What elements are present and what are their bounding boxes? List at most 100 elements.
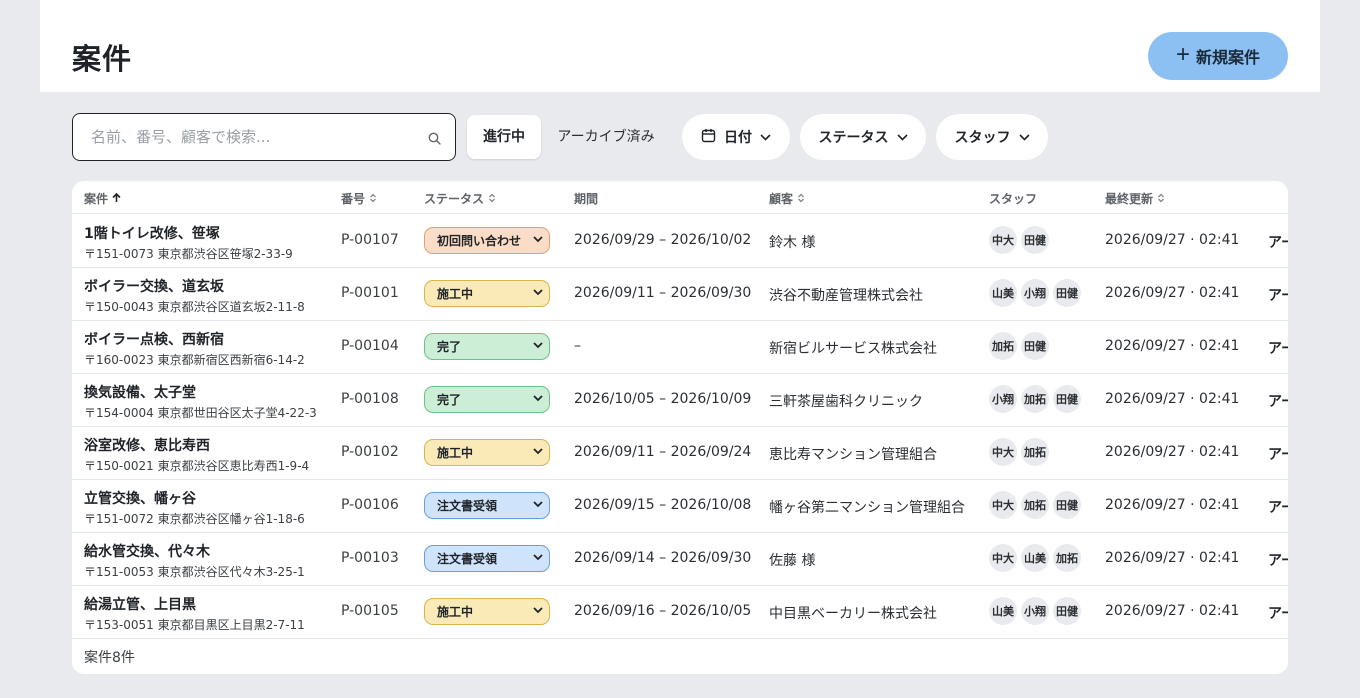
staff-avatars: 山美 小翔 田健 (989, 279, 1081, 307)
project-client: 中目黒ベーカリー株式会社 (769, 606, 937, 622)
table-row[interactable]: 立管交換、幡ヶ谷〒151-0072 東京都渋谷区幡ヶ谷1-18-6 P-00106… (72, 479, 1288, 533)
project-client: 渋谷不動産管理株式会社 (769, 288, 923, 304)
chevron-down-icon (531, 232, 545, 249)
project-number: P-00108 (341, 391, 399, 407)
status-select[interactable]: 完了 (424, 333, 550, 360)
project-period: – (574, 338, 581, 354)
project-period: 2026/09/11 – 2026/09/24 (574, 444, 752, 460)
table-row[interactable]: 換気設備、太子堂 〒154-0004 東京都世田谷区太子堂4-22-3 P-0010… (72, 373, 1288, 427)
project-cell[interactable]: 浴室改修、恵比寿西〒150-0021 東京都渋谷区恵比寿西1-9-4 (84, 435, 309, 474)
status-select[interactable]: 初回問い合わせ (424, 227, 550, 254)
chevron-down-icon (1018, 129, 1030, 145)
project-cell[interactable]: ボイラー点検、西新宿 〒160-0023 東京都新宿区西新宿6-14-2 (84, 329, 305, 368)
staff-filter[interactable]: スタッフ (936, 114, 1048, 160)
project-cell[interactable]: 立管交換、幡ヶ谷〒151-0072 東京都渋谷区幡ヶ谷1-18-6 (84, 488, 305, 527)
column-updated-label: 最終更新 (1105, 192, 1154, 206)
column-header-client[interactable]: 顧客 (769, 190, 805, 207)
archive-action[interactable]: アー (1268, 391, 1288, 411)
status-select[interactable]: 注文書受領 (424, 545, 550, 572)
date-filter[interactable]: 日付 (682, 114, 790, 160)
avatar: 中大 (989, 438, 1017, 466)
project-period: 2026/09/15 – 2026/10/08 (574, 497, 752, 513)
status-select[interactable]: 完了 (424, 386, 550, 413)
project-title: 立管交換、幡ヶ谷 (84, 491, 196, 507)
avatar: 加拓 (989, 332, 1017, 360)
column-name-label: 案件 (84, 192, 109, 206)
column-staff-label: スタッフ (989, 192, 1038, 206)
table-row[interactable]: 浴室改修、恵比寿西〒150-0021 東京都渋谷区恵比寿西1-9-4 P-0010… (72, 426, 1288, 480)
avatar: 田健 (1053, 279, 1081, 307)
archive-action[interactable]: アー (1268, 603, 1288, 623)
status-cell: 完了 (424, 333, 550, 360)
tab-archived[interactable]: アーカイブ済み (548, 115, 664, 159)
sort-icon (1157, 192, 1165, 206)
column-header-number[interactable]: 番号 (341, 190, 377, 207)
archive-action[interactable]: アー (1268, 338, 1288, 358)
project-updated: 2026/09/27 · 02:41 (1105, 391, 1240, 407)
avatar: 田健 (1021, 332, 1049, 360)
status-cell: 施工中 (424, 598, 550, 625)
project-period: 2026/09/14 – 2026/09/30 (574, 550, 752, 566)
chevron-down-icon (531, 391, 545, 408)
project-address: 〒150-0043 東京都渋谷区道玄坂2-11-8 (84, 300, 305, 314)
status-select[interactable]: 施工中 (424, 280, 550, 307)
status-select-value: 施工中 (437, 446, 474, 460)
column-status-label: ステータス (424, 192, 485, 206)
project-cell[interactable]: 1階トイレ改修、笹塚 〒151-0073 東京都渋谷区笹塚2-33-9 (84, 223, 293, 262)
column-header-status[interactable]: ステータス (424, 190, 496, 207)
search-icon[interactable] (428, 130, 441, 149)
archive-action[interactable]: アー (1268, 232, 1288, 252)
project-title: 浴室改修、恵比寿西 (84, 438, 210, 454)
project-address: 〒150-0021 東京都渋谷区恵比寿西1-9-4 (84, 459, 310, 473)
status-select[interactable]: 施工中 (424, 598, 550, 625)
search-input[interactable] (89, 127, 413, 147)
new-project-button[interactable]: + 新規案件 (1148, 32, 1288, 80)
avatar: 田健 (1053, 491, 1081, 519)
avatar: 小翔 (1021, 279, 1049, 307)
staff-filter-label: スタッフ (954, 130, 1011, 146)
status-filter[interactable]: ステータス (800, 114, 926, 160)
project-cell[interactable]: 給水管交換、代々木 〒151-0053 東京都渋谷区代々木3-25-1 (84, 541, 305, 580)
column-header-updated[interactable]: 最終更新 (1105, 190, 1165, 207)
project-title: ボイラー交換、道玄坂 (84, 279, 224, 295)
chevron-down-icon (531, 285, 545, 302)
table-row[interactable]: ボイラー交換、道玄坂 〒150-0043 東京都渋谷区道玄坂2-11-8 P-001… (72, 267, 1288, 321)
column-header-name[interactable]: 案件 (84, 190, 121, 207)
tab-active[interactable]: 進行中 (467, 115, 541, 159)
project-number: P-00102 (341, 444, 399, 460)
staff-avatars: 加拓 田健 (989, 332, 1049, 360)
status-select-value: 施工中 (437, 287, 474, 301)
status-cell: 完了 (424, 386, 550, 413)
staff-avatars: 小翔 加拓 田健 (989, 385, 1081, 413)
status-select[interactable]: 注文書受領 (424, 492, 550, 519)
project-period: 2026/09/16 – 2026/10/05 (574, 603, 752, 619)
column-header-period: 期間 (574, 190, 598, 207)
project-number: P-00106 (341, 497, 399, 513)
staff-avatars: 中大 田健 (989, 226, 1049, 254)
table-row[interactable]: 給水管交換、代々木 〒151-0053 東京都渋谷区代々木3-25-1 P-0010… (72, 532, 1288, 586)
project-period: 2026/10/05 – 2026/10/09 (574, 391, 752, 407)
project-number: P-00103 (341, 550, 399, 566)
staff-avatars: 中大 加拓 田健 (989, 491, 1081, 519)
project-cell[interactable]: 換気設備、太子堂 〒154-0004 東京都世田谷区太子堂4-22-3 (84, 382, 317, 421)
table-row[interactable]: 給湯立管、上目黒 〒153-0051 東京都目黒区上目黒2-7-11 P-00105… (72, 585, 1288, 639)
project-cell[interactable]: ボイラー交換、道玄坂〒150-0043 東京都渋谷区道玄坂2-11-8 (84, 276, 305, 315)
avatar: 中大 (989, 544, 1017, 572)
archive-action[interactable]: アー (1268, 444, 1288, 464)
status-cell: 注文書受領 (424, 492, 550, 519)
table-row[interactable]: ボイラー点検、西新宿 〒160-0023 東京都新宿区西新宿6-14-2 P-001… (72, 320, 1288, 374)
table-row[interactable]: 1階トイレ改修、笹塚 〒151-0073 東京都渋谷区笹塚2-33-9 P-0010… (72, 214, 1288, 268)
page-header: 案件 + 新規案件 (40, 0, 1320, 92)
project-client: 新宿ビルサービス株式会社 (769, 341, 937, 357)
status-select[interactable]: 施工中 (424, 439, 550, 466)
project-title: 給水管交換、代々木 (84, 544, 210, 560)
project-client: 幡ヶ谷第二マンション管理組合 (769, 500, 965, 516)
archive-action[interactable]: アー (1268, 497, 1288, 517)
archive-action[interactable]: アー (1268, 550, 1288, 570)
staff-avatars: 中大 山美 加拓 (989, 544, 1081, 572)
project-address: 〒151-0072 東京都渋谷区幡ヶ谷1-18-6 (84, 512, 305, 526)
avatar: 加拓 (1021, 491, 1049, 519)
archive-action[interactable]: アー (1268, 285, 1288, 305)
project-cell[interactable]: 給湯立管、上目黒 〒153-0051 東京都目黒区上目黒2-7-11 (84, 594, 305, 633)
new-project-label: 新規案件 (1196, 50, 1261, 67)
